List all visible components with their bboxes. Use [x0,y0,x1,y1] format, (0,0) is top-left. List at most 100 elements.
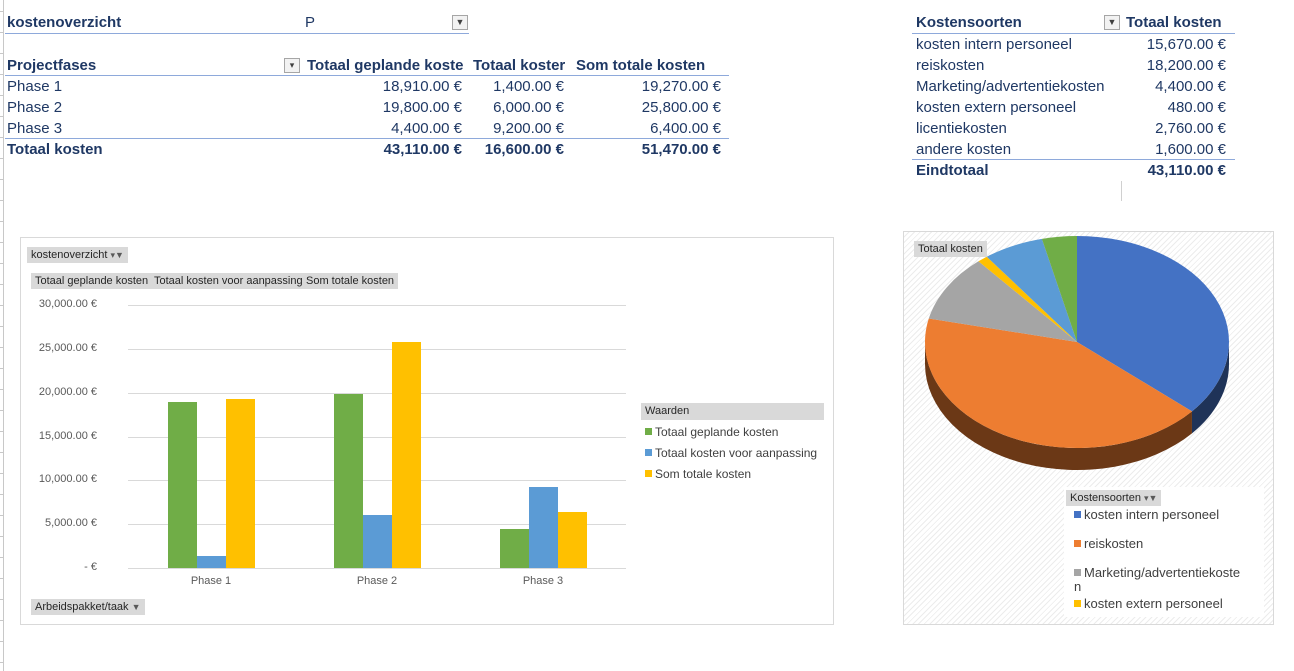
legend-item[interactable]: Totaal kosten voor aanpassing [645,446,817,460]
row-separator [0,473,4,474]
bar-2-0[interactable] [499,529,529,568]
row-separator [0,578,4,579]
bar-0-1[interactable] [196,555,226,568]
value-button-som[interactable]: Som totale kosten [302,273,399,289]
gridline [128,436,626,438]
row-separator [0,620,4,621]
legend-item[interactable]: Som totale kosten [645,467,751,481]
y-tick-label: 5,000.00 € [45,517,97,530]
bar-1-2[interactable] [391,341,421,568]
row-separator [0,263,4,264]
legend-swatch [645,470,652,477]
y-tick-label: 30,000.00 € [38,298,97,310]
legend-swatch [1074,540,1081,547]
value-button-aanpassing[interactable]: Totaal kosten voor aanpassing [150,273,307,289]
x-tick-label: Phase 3 [522,575,564,587]
legend-title: Waarden [641,403,824,420]
row-separator [0,158,4,159]
kostensoort-value: 4,400.00 € [1155,78,1226,95]
row-separator [0,410,4,411]
y-tick-label: 10,000.00 € [38,473,97,486]
projectfases-filter-button[interactable]: ▾ [284,58,300,73]
column-header-geplande-kosten: Totaal geplande koste [307,57,464,74]
bar-0-2[interactable] [225,399,255,568]
filter-icon: ▼ [455,17,465,27]
kostensoort-value: 15,670.00 € [1146,36,1226,53]
y-tick-label: 20,000.00 € [38,385,97,398]
row-header-edge [0,0,4,671]
row-label: Phase 2 [7,99,63,116]
total-som: 51,470.00 € [641,141,721,158]
chart-filter-button-kostenoverzicht[interactable]: kostenoverzicht ▾▼ [27,247,128,263]
legend-swatch [645,449,652,456]
x-tick-label: Phase 1 [190,575,232,587]
column-header-totaal-kosten-right: Totaal kosten [1126,14,1222,31]
bar-2-2[interactable] [557,511,587,568]
axis-field-button[interactable]: Arbeidspakket/taak ▼ [31,599,145,615]
bar-0-0[interactable] [167,402,197,568]
legend-swatch [1074,511,1081,518]
pie-legend-item[interactable]: kosten intern personeel [1074,508,1219,522]
row-value: 19,270.00 € [641,78,721,95]
row-separator [0,95,4,96]
divider [5,138,729,139]
legend-swatch [1074,569,1081,576]
row-separator [0,137,4,138]
kostensoort-value: 480.00 € [1167,99,1226,116]
bar-1-0[interactable] [333,394,363,568]
legend-label: kosten intern personeel [1084,507,1220,522]
row-separator [0,368,4,369]
column-header-projectfases: Projectfases [7,57,97,74]
legend-label: reiskosten [1084,536,1144,551]
kostensoorten-filter-button[interactable]: ▼ [1104,15,1120,30]
total-kosten: 16,600.00 € [484,141,564,158]
y-tick-label: 25,000.00 € [38,341,97,354]
pie-legend-item[interactable]: Marketing/advertentiekoste n [1074,566,1240,594]
gridline [128,305,626,306]
kostensoort-label: licentiekosten [916,120,1007,137]
pie-value-button[interactable]: Totaal kosten [914,241,987,257]
pie-legend-item[interactable]: reiskosten [1074,537,1143,551]
pie-legend-filter-button[interactable]: Kostensoorten ▾▼ [1066,490,1162,506]
report-filter-button[interactable]: ▼ [452,15,468,30]
gridline [128,568,626,569]
kostensoort-label: reiskosten [916,57,985,74]
row-value: 19,800.00 € [382,99,462,116]
kostensoort-label: Marketing/advertentiekosten [916,78,1105,95]
row-separator [0,431,4,432]
bar-chart[interactable]: kostenoverzicht ▾▼ Totaal geplande koste… [20,237,834,625]
column-header-kostensoorten: Kostensoorten [916,14,1022,31]
value-button-geplande[interactable]: Totaal geplande kosten [31,273,153,289]
dropdown-arrow-icon: ▾ [289,60,295,70]
row-separator [0,599,4,600]
bar-1-1[interactable] [362,515,392,568]
kostensoort-value: 18,200.00 € [1146,57,1226,74]
kostensoort-value: 2,760.00 € [1155,120,1226,137]
filter-icon: ▾▼ [110,250,124,260]
row-value: 6,400.00 € [650,120,721,137]
row-value: 6,000.00 € [493,99,564,116]
row-separator [0,200,4,201]
divider [912,33,1235,34]
legend-label: Totaal geplande kosten [655,425,779,439]
pie-legend-item[interactable]: kosten extern personeel [1074,597,1223,611]
pie-legend-title: Kostensoorten [1070,492,1141,504]
gridline [128,392,626,394]
row-separator [0,557,4,558]
pie-chart[interactable]: Totaal kosten Kostensoorten ▾▼ kosten in… [903,231,1274,625]
legend-item[interactable]: Totaal geplande kosten [645,425,778,439]
row-separator [0,284,4,285]
kostensoort-label: kosten intern personeel [916,36,1072,53]
column-header-totaal-kosten: Totaal koster [473,57,566,74]
kostensoort-value: 1,600.00 € [1155,141,1226,158]
row-separator [0,305,4,306]
divider [5,33,469,34]
total-geplande: 43,110.00 € [383,141,462,158]
pie-legend: Kostensoorten ▾▼ kosten intern personeel… [1064,487,1264,617]
bar-2-1[interactable] [528,487,558,568]
row-separator [0,452,4,453]
x-tick-label: Phase 2 [356,575,398,587]
y-tick-label: 15,000.00 € [38,429,97,442]
row-value: 18,910.00 € [382,78,462,95]
eindtotaal-label: Eindtotaal [916,162,989,179]
